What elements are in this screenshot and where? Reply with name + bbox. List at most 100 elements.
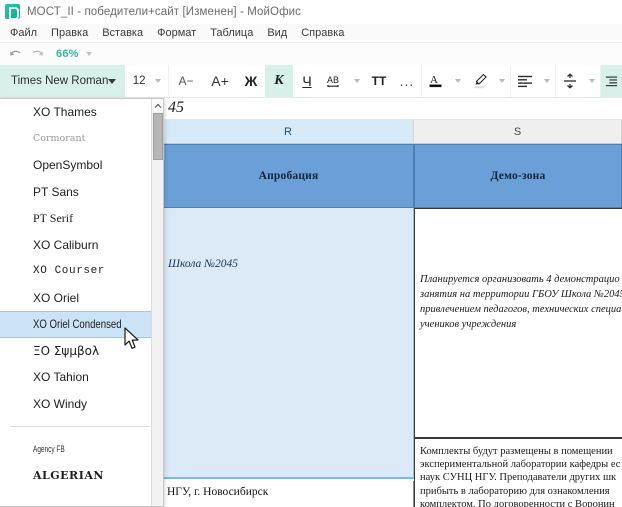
quick-access-bar: 66% bbox=[0, 43, 622, 65]
align-caret[interactable] bbox=[539, 79, 555, 83]
redo-arrow-icon[interactable] bbox=[26, 45, 48, 63]
font-option-xo-symbol[interactable]: ΞΟ Σψμβολ bbox=[0, 338, 152, 365]
font-list-separator bbox=[10, 426, 150, 427]
font-list: XO Thames Cormorant OpenSymbol PT Sans P… bbox=[0, 99, 152, 489]
application-window: МОСТ_II - победители+сайт [Изменен] - Мо… bbox=[0, 0, 622, 507]
cell-r-row2-text: НГУ, г. Новосибирск bbox=[167, 486, 269, 498]
increase-font-size-button[interactable]: A+ bbox=[203, 65, 237, 97]
underline-button[interactable]: Ч bbox=[293, 65, 321, 97]
menu-item-format[interactable]: Формат bbox=[150, 25, 203, 41]
font-family-dropdown[interactable]: XO Thames Cormorant OpenSymbol PT Sans P… bbox=[0, 98, 164, 507]
font-list-scrollbar[interactable] bbox=[151, 99, 163, 506]
formula-bar-text: 45 bbox=[168, 99, 184, 116]
svg-text:A: A bbox=[430, 74, 438, 86]
align-left-icon[interactable] bbox=[511, 73, 539, 89]
cell-s-row2-line-3: наук СУНЦ НГУ. Преподаватели других шк bbox=[420, 472, 617, 484]
strikethrough-caret[interactable] bbox=[349, 79, 365, 83]
chevron-down-icon[interactable] bbox=[455, 79, 461, 83]
line-spacing-group bbox=[555, 65, 600, 97]
chevron-down-icon[interactable] bbox=[85, 52, 92, 56]
chevron-down-icon[interactable] bbox=[589, 79, 595, 83]
cell-s-row1-line-1: Планируется организовать 4 демонстрацио bbox=[420, 274, 620, 285]
undo-arrow-icon[interactable] bbox=[4, 45, 26, 63]
cell-s-row2-line-5: комплектом. По договоренности с Воронин bbox=[420, 498, 615, 507]
font-option-opensymbol[interactable]: OpenSymbol bbox=[0, 152, 152, 179]
font-family-value: Times New Roman bbox=[11, 75, 109, 87]
column-header-s[interactable]: S bbox=[414, 120, 622, 144]
cell-r-row2[interactable]: НГУ, г. Новосибирск bbox=[163, 481, 414, 507]
all-caps-button[interactable]: TT bbox=[365, 65, 393, 97]
cell-s-row1-line-3: привлечением педагогов, технических спец… bbox=[420, 304, 622, 315]
bold-button[interactable]: Ж bbox=[237, 65, 265, 97]
menu-item-edit[interactable]: Правка bbox=[44, 25, 95, 41]
highlight-caret[interactable] bbox=[494, 79, 510, 83]
font-option-xo-thames[interactable]: XO Thames bbox=[0, 99, 152, 126]
menu-bar: Файл Правка Вставка Формат Таблица Вид С… bbox=[0, 24, 622, 43]
title-bar: МОСТ_II - победители+сайт [Изменен] - Мо… bbox=[0, 0, 622, 24]
cell-s-row1[interactable]: Планируется организовать 4 демонстрацио … bbox=[414, 208, 622, 438]
window-title: МОСТ_II - победители+сайт [Изменен] - Мо… bbox=[27, 5, 302, 18]
cell-r-header-text: Апробация bbox=[258, 170, 319, 182]
font-option-xo-tahion[interactable]: XO Tahion bbox=[0, 364, 152, 391]
italic-button[interactable]: К bbox=[265, 65, 293, 97]
cell-r-row1[interactable]: Школа №2045 bbox=[163, 208, 414, 479]
cell-s-row1-line-4: учеников учреждения bbox=[420, 319, 517, 330]
menu-item-view[interactable]: Вид bbox=[260, 25, 294, 41]
cell-r-row1-text: Школа №2045 bbox=[168, 258, 239, 270]
font-size-select[interactable]: 12 bbox=[125, 65, 169, 97]
chevron-down-icon[interactable] bbox=[499, 79, 505, 83]
font-size-value: 12 bbox=[132, 75, 146, 87]
zoom-level[interactable]: 66% bbox=[56, 48, 79, 60]
font-family-select[interactable]: Times New Roman bbox=[0, 65, 126, 97]
cell-s-row1-line-2: занятия на территории ГБОУ Школа №2045 bbox=[420, 289, 622, 300]
cell-r-header[interactable]: Апробация bbox=[163, 144, 414, 208]
font-option-xo-oriel-condensed[interactable]: XO Oriel Condensed bbox=[0, 311, 152, 338]
font-color-button[interactable]: A bbox=[422, 72, 450, 90]
font-option-cormorant[interactable]: Cormorant bbox=[0, 126, 152, 153]
font-option-algerian[interactable]: ALGERIAN bbox=[0, 463, 152, 490]
cell-s-header[interactable]: Демо-зона bbox=[414, 144, 622, 208]
menu-item-file[interactable]: Файл bbox=[3, 25, 44, 41]
font-color-group: A bbox=[421, 65, 466, 97]
highlighter-pen-icon[interactable] bbox=[466, 72, 494, 90]
format-toolbar: Times New Roman 12 A− A+ Ж К Ч AB TT ... bbox=[0, 65, 622, 98]
font-option-xo-courser[interactable]: XO Courser bbox=[0, 258, 152, 285]
chevron-down-icon[interactable] bbox=[154, 79, 161, 83]
font-option-agency-fb[interactable]: Agency FB bbox=[0, 436, 152, 463]
cell-s-row2-line-4: прибыть в лабораторию для ознакомления bbox=[420, 485, 610, 497]
line-spacing-caret[interactable] bbox=[584, 79, 600, 83]
paragraph-align-group bbox=[510, 65, 555, 97]
font-option-agency-fb-label: Agency FB bbox=[33, 444, 65, 455]
chevron-down-icon[interactable] bbox=[544, 79, 550, 83]
font-list-scrollbar-thumb[interactable] bbox=[153, 113, 163, 160]
font-option-xo-windy[interactable]: XO Windy bbox=[0, 391, 152, 418]
vertical-align-icon[interactable] bbox=[556, 73, 584, 89]
strikethrough-button[interactable]: AB bbox=[321, 73, 349, 89]
menu-item-help[interactable]: Справка bbox=[294, 25, 351, 41]
column-header-r[interactable]: R bbox=[163, 120, 414, 144]
chevron-down-icon[interactable] bbox=[108, 78, 117, 84]
svg-text:AB: AB bbox=[327, 75, 339, 85]
font-option-pt-sans[interactable]: PT Sans bbox=[0, 179, 152, 206]
highlight-group bbox=[466, 65, 510, 97]
menu-item-insert[interactable]: Вставка bbox=[95, 25, 150, 41]
menu-item-table[interactable]: Таблица bbox=[203, 25, 260, 41]
chevron-up-icon[interactable] bbox=[152, 99, 163, 112]
cell-grid: Апробация Демо-зона Школа №2045 Планируе… bbox=[163, 144, 622, 507]
font-option-xo-oriel[interactable]: XO Oriel bbox=[0, 285, 152, 312]
font-option-xo-caliburn[interactable]: XO Caliburn bbox=[0, 232, 152, 259]
column-header-row: R S bbox=[163, 120, 622, 144]
more-text-options-button[interactable]: ... bbox=[393, 65, 421, 97]
font-color-caret[interactable] bbox=[450, 79, 466, 83]
myoffice-logo-icon bbox=[5, 4, 20, 20]
cell-s-row2-line-1: Комплекты будут размещены в помещении bbox=[420, 446, 613, 457]
cell-s-row2-line-2: экспериментальной лаборатории кафедры ес bbox=[420, 459, 621, 471]
font-option-pt-serif[interactable]: PT Serif bbox=[0, 205, 152, 232]
chevron-down-icon[interactable] bbox=[354, 79, 360, 83]
cell-s-row2[interactable]: Комплекты будут размещены в помещении эк… bbox=[414, 438, 622, 507]
decrease-font-size-button[interactable]: A− bbox=[169, 65, 203, 97]
cell-s-header-text: Демо-зона bbox=[490, 170, 546, 182]
indent-icon[interactable] bbox=[600, 65, 622, 97]
font-option-xo-oriel-condensed-label: XO Oriel Condensed bbox=[33, 317, 122, 332]
strikethrough-group: AB bbox=[321, 65, 365, 97]
